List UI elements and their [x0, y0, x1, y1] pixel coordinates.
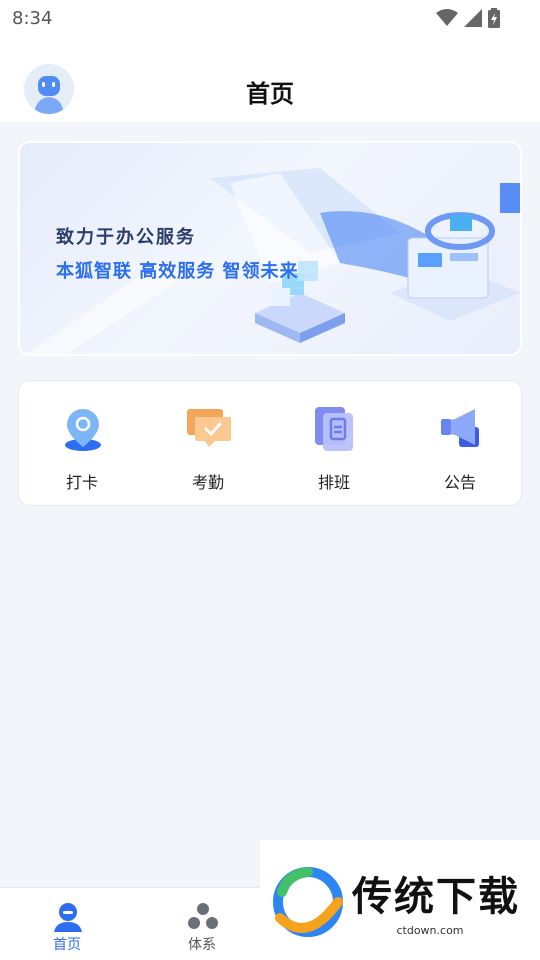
- quick-action-attendance[interactable]: 考勤: [145, 381, 271, 507]
- quick-actions-card: 打卡 考勤 排班 公告: [18, 380, 522, 506]
- system-nodes-icon: [188, 903, 218, 929]
- watermark-brand: 传统下载: [352, 874, 520, 920]
- attendance-chat-icon: [187, 409, 231, 447]
- page-title: 首页: [246, 80, 294, 108]
- home-avatar-icon: [54, 903, 82, 932]
- banner-headline: 致力于办公服务: [56, 227, 196, 248]
- status-icons: [436, 8, 500, 28]
- wifi-icon: [436, 9, 458, 26]
- quick-action-label: 排班: [317, 473, 350, 492]
- tab-home[interactable]: 首页: [2, 888, 132, 960]
- tab-label: 首页: [53, 937, 81, 953]
- status-time: 8:34: [12, 8, 53, 29]
- megaphone-icon: [441, 409, 479, 447]
- banner-illustration: [25, 168, 520, 354]
- cell-signal-icon: [464, 9, 482, 27]
- banner-slogan: 本狐智联 高效服务 智领未来: [56, 261, 299, 282]
- promo-banner[interactable]: 致力于办公服务 本狐智联 高效服务 智领未来: [18, 141, 522, 356]
- watermark-logo-icon: [273, 867, 343, 937]
- schedule-clipboard-icon: [315, 407, 353, 451]
- battery-icon: [488, 8, 500, 28]
- location-pin-icon: [65, 409, 101, 451]
- quick-action-label: 公告: [443, 473, 476, 492]
- watermark-url: ctdown.com: [396, 924, 464, 937]
- quick-action-label: 考勤: [191, 473, 224, 492]
- tab-system[interactable]: 体系: [137, 888, 267, 960]
- status-bar: 8:34: [0, 0, 540, 38]
- app-header: 首页: [0, 38, 540, 122]
- quick-action-schedule[interactable]: 排班: [271, 381, 397, 507]
- quick-action-announcement[interactable]: 公告: [397, 381, 523, 507]
- tab-label: 体系: [188, 937, 216, 953]
- quick-action-label: 打卡: [65, 473, 98, 492]
- quick-action-clock-in[interactable]: 打卡: [19, 381, 145, 507]
- watermark: 传统下载 ctdown.com: [260, 840, 540, 960]
